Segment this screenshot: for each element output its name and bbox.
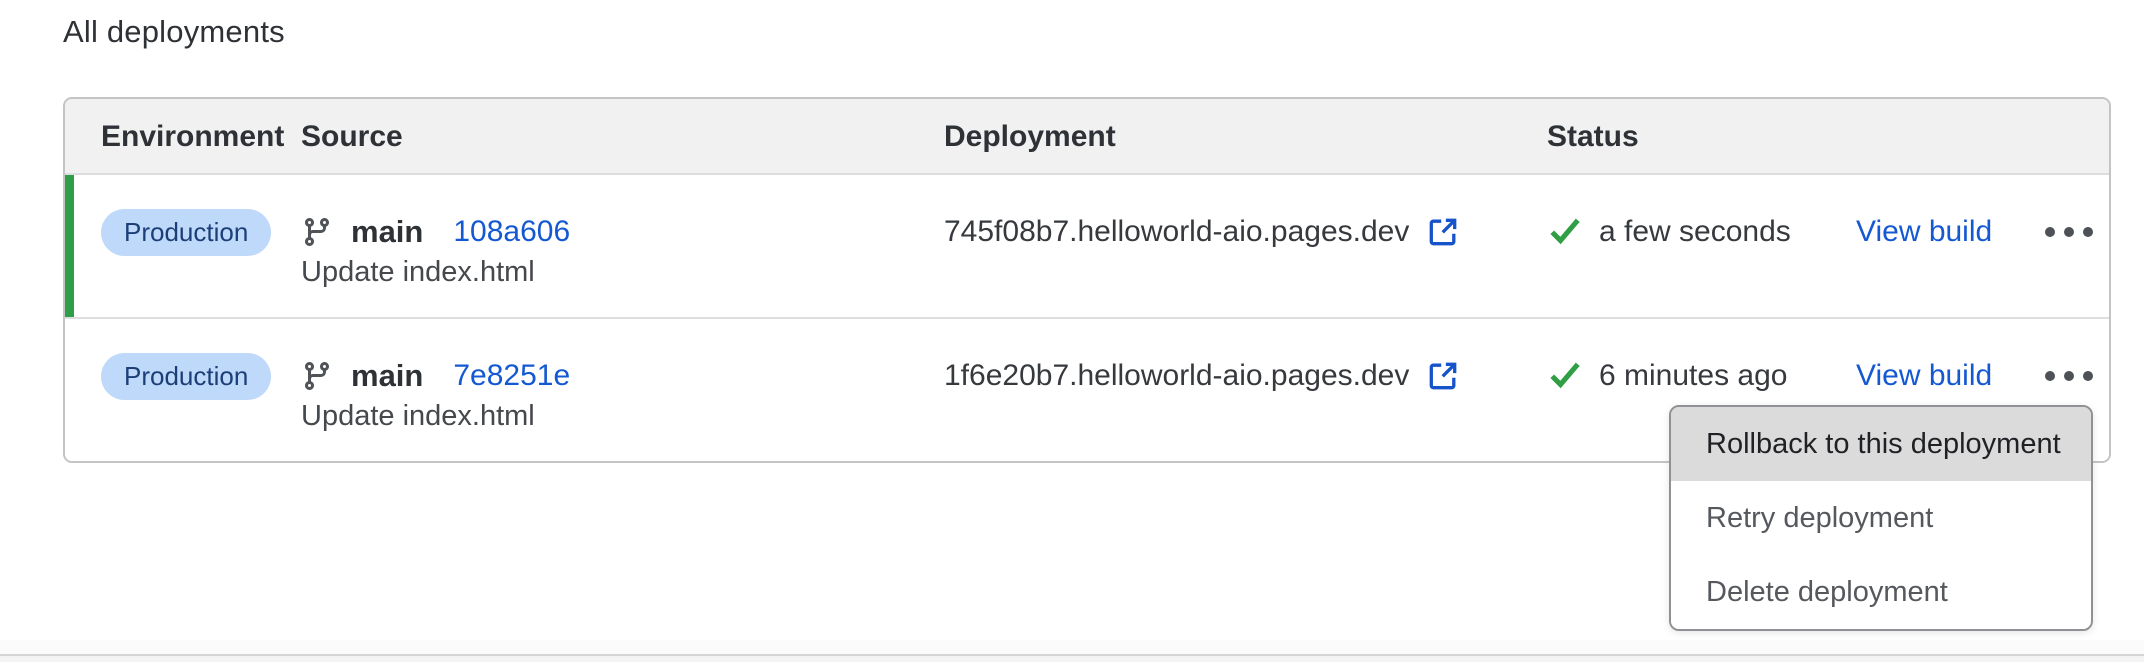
deployment-cell: 1f6e20b7.helloworld-aio.pages.dev <box>944 351 1461 401</box>
deployment-cell: 745f08b7.helloworld-aio.pages.dev <box>944 207 1461 257</box>
view-build-link[interactable]: View build <box>1856 215 1992 249</box>
menu-item-delete[interactable]: Delete deployment <box>1671 555 2091 629</box>
page-bottom-strip <box>0 640 2144 654</box>
environment-badge: Production <box>101 353 271 400</box>
status-cell: a few seconds <box>1547 207 1791 257</box>
environment-cell: Production <box>101 351 271 401</box>
external-link-icon[interactable] <box>1425 214 1461 250</box>
active-deployment-indicator <box>65 175 74 317</box>
source-cell: main 108a606 <box>301 207 570 257</box>
status-cell: 6 minutes ago <box>1547 351 1787 401</box>
table-header-row: Environment Source Deployment Status <box>65 99 2109 175</box>
external-link-icon[interactable] <box>1425 358 1461 394</box>
column-header-status: Status <box>1547 99 1639 175</box>
menu-item-retry[interactable]: Retry deployment <box>1671 481 2091 555</box>
check-icon <box>1547 212 1583 253</box>
git-branch-icon <box>301 216 333 248</box>
status-time: a few seconds <box>1599 215 1791 249</box>
deployment-url: 745f08b7.helloworld-aio.pages.dev <box>944 215 1409 249</box>
source-cell: main 7e8251e <box>301 351 570 401</box>
deployment-actions-menu: Rollback to this deployment Retry deploy… <box>1669 405 2093 631</box>
ellipsis-icon[interactable] <box>2041 217 2097 247</box>
deployment-url: 1f6e20b7.helloworld-aio.pages.dev <box>944 359 1409 393</box>
column-header-source: Source <box>301 99 403 175</box>
ellipsis-icon[interactable] <box>2041 361 2097 391</box>
commit-message: Update index.html <box>301 255 535 289</box>
menu-item-rollback[interactable]: Rollback to this deployment <box>1671 407 2091 481</box>
commit-message: Update index.html <box>301 399 535 433</box>
row-actions-cell <box>2041 351 2111 401</box>
row-actions-cell <box>2041 207 2111 257</box>
status-time: 6 minutes ago <box>1599 359 1787 393</box>
column-header-deployment: Deployment <box>944 99 1116 175</box>
commit-link[interactable]: 7e8251e <box>453 359 570 393</box>
git-branch-icon <box>301 360 333 392</box>
check-icon <box>1547 356 1583 397</box>
branch-name: main <box>351 358 423 394</box>
view-build-cell: View build <box>1856 207 1992 257</box>
page-bottom-under <box>0 656 2144 662</box>
table-row: Production main 108a606 Update index.htm… <box>65 175 2109 317</box>
page-title: All deployments <box>63 14 285 50</box>
view-build-cell: View build <box>1856 351 1992 401</box>
column-header-environment: Environment <box>101 99 284 175</box>
environment-cell: Production <box>101 207 271 257</box>
commit-link[interactable]: 108a606 <box>453 215 570 249</box>
view-build-link[interactable]: View build <box>1856 359 1992 393</box>
branch-name: main <box>351 214 423 250</box>
environment-badge: Production <box>101 209 271 256</box>
